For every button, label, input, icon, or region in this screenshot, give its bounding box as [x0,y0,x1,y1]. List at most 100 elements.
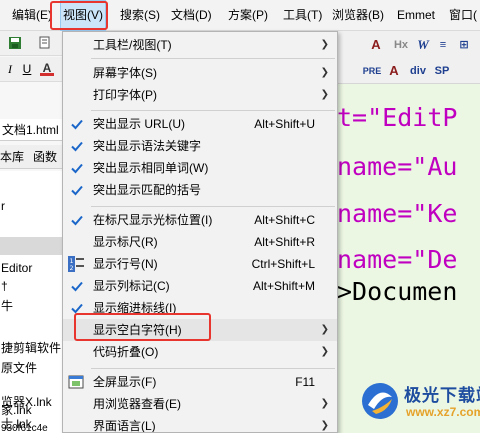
fullscreen-icon [68,375,84,389]
file-tab[interactable]: 文档1.html [0,119,66,141]
check-icon [71,141,83,152]
code-line: t="EditP [337,98,457,138]
menu-tools[interactable]: 工具(T) [283,0,322,31]
submenu-arrow-icon: ❯ [320,324,329,335]
menu-item-label: 显示标尺(R) [93,235,158,249]
menu-item-highlight-syntax[interactable]: 突出显示语法关键字 [63,135,337,157]
submenu-arrow-icon: ❯ [320,346,329,357]
code-string: "EditP [367,103,458,132]
menu-item-view-in-browser[interactable]: 用浏览器查看(E) ❯ [63,393,337,415]
menu-item-fullscreen[interactable]: 全屏显示(F) F11 [63,371,337,393]
span-button[interactable]: SP [433,62,451,80]
table-button[interactable]: ⊞ [456,36,472,54]
code-attr: name= [337,199,413,228]
watermark: 极光下载站 www.xz7.com [360,375,480,427]
menu-item-print-font[interactable]: 打印字体(P) ❯ [63,84,337,106]
menu-item-label: 突出显示匹配的括号 [93,183,202,197]
check-icon [71,303,83,314]
menu-item-shortcut: Ctrl+Shift+L [251,257,315,271]
code-string: "Ke [412,199,458,228]
check-icon [71,185,83,196]
list-item[interactable]: 家.lnk [0,401,66,419]
menu-scheme[interactable]: 方案(P) [228,0,268,31]
menu-item-show-whitespace[interactable]: 显示空白字符(H) ❯ [63,319,337,341]
svg-text:2: 2 [70,265,74,272]
menu-separator [91,206,335,207]
menu-item-shortcut: Alt+Shift+R [254,235,315,249]
align-button[interactable]: ≡ [436,36,450,54]
list-item[interactable]: 牛 [0,297,66,315]
div-button[interactable]: div [407,62,429,80]
menu-search[interactable]: 搜索(S) [120,0,160,31]
menu-item-label: 在标尺显示光标位置(I) [93,213,213,227]
menu-item-shortcut: Alt+Shift+M [252,279,315,293]
menu-edit[interactable]: 编辑(E) [12,0,52,31]
list-item-selected[interactable] [0,237,66,255]
list-item[interactable]: r [0,197,66,215]
check-icon [71,163,83,174]
check-icon [71,215,83,226]
list-item[interactable]: 捷剪辑软件 [0,339,66,357]
watermark-title: 极光下载站 [404,386,480,405]
print-preview-icon[interactable] [38,36,52,50]
menu-window[interactable]: 窗口( [449,0,477,31]
menu-separator [91,58,335,59]
submenu-arrow-icon: ❯ [320,398,329,409]
tab-library[interactable]: 本库 [0,145,24,169]
code-attr: t= [337,103,368,132]
menu-item-screen-font[interactable]: 屏幕字体(S) ❯ [63,62,337,84]
menu-item-interface-language[interactable]: 界面语言(L) ❯ [63,415,337,433]
check-icon [71,281,83,292]
menu-item-label: 显示行号(N) [93,257,158,271]
code-text: >Documen [337,277,458,306]
menu-item-highlight-brackets[interactable]: 突出显示匹配的括号 [63,179,337,201]
menu-item-highlight-same-words[interactable]: 突出显示相同单词(W) [63,157,337,179]
save-icon[interactable] [8,36,22,50]
menu-item-label: 工具栏/视图(T) [93,38,172,52]
menu-item-show-indent-guides[interactable]: 显示缩进标线(I) [63,297,337,319]
menu-item-ruler-cursor-position[interactable]: 在标尺显示光标位置(I) Alt+Shift+C [63,209,337,231]
menu-item-show-column-markers[interactable]: 显示列标记(C) Alt+Shift+M [63,275,337,297]
submenu-arrow-icon: ❯ [320,67,329,78]
menu-bar: 编辑(E) 视图(V) 搜索(S) 文档(D) 方案(P) 工具(T) 浏览器(… [0,0,480,31]
view-dropdown-menu: 工具栏/视图(T) ❯ 屏幕字体(S) ❯ 打印字体(P) ❯ 突出显示 URL… [62,31,338,433]
watermark-logo-icon [362,383,398,419]
menu-item-label: 代码折叠(O) [93,345,159,359]
menu-item-label: 突出显示 URL(U) [93,117,185,131]
font-size-button[interactable]: A [369,36,383,54]
list-item[interactable]: 原文件 [0,359,66,377]
code-string: "De [412,245,458,274]
anchor-button[interactable]: A [387,62,401,80]
width-button[interactable]: W [416,36,430,54]
menu-item-label: 突出显示语法关键字 [93,139,202,153]
font-color-icon[interactable]: A [40,62,54,76]
heading-button[interactable]: Hx [392,36,410,54]
submenu-arrow-icon: ❯ [320,420,329,431]
menu-item-label: 突出显示相同单词(W) [93,161,209,175]
menu-document[interactable]: 文档(D) [171,0,212,31]
list-item[interactable]: 930f61c4e [0,420,66,433]
menu-emmet[interactable]: Emmet [397,0,435,31]
svg-text:1: 1 [70,258,74,265]
list-item[interactable]: Editor [0,259,66,277]
menu-view[interactable]: 视图(V) [60,0,106,31]
menu-item-show-ruler[interactable]: 显示标尺(R) Alt+Shift+R [63,231,337,253]
menu-item-show-line-numbers[interactable]: 1 2 显示行号(N) Ctrl+Shift+L [63,253,337,275]
menu-browser[interactable]: 浏览器(B) [332,0,384,31]
menu-item-code-folding[interactable]: 代码折叠(O) ❯ [63,341,337,363]
tab-functions[interactable]: 函数 [33,145,57,169]
pre-button[interactable]: PRE [361,62,383,80]
submenu-arrow-icon: ❯ [320,39,329,50]
menu-item-highlight-url[interactable]: 突出显示 URL(U) Alt+Shift+U [63,113,337,135]
submenu-arrow-icon: ❯ [320,89,329,100]
underline-icon[interactable]: U [20,62,34,76]
menu-item-toolbar-view[interactable]: 工具栏/视图(T) ❯ [63,34,337,56]
italic-icon[interactable]: I [3,62,17,76]
line-number-icon: 1 2 [68,256,84,272]
menu-item-label: 显示列标记(C) [93,279,170,293]
left-panel-tabs: 本库 函数 [0,145,66,169]
menu-item-label: 界面语言(L) [93,419,156,433]
menu-item-shortcut: Alt+Shift+C [254,213,315,227]
list-item[interactable]: † [0,277,66,295]
menu-item-label: 屏幕字体(S) [93,66,157,80]
